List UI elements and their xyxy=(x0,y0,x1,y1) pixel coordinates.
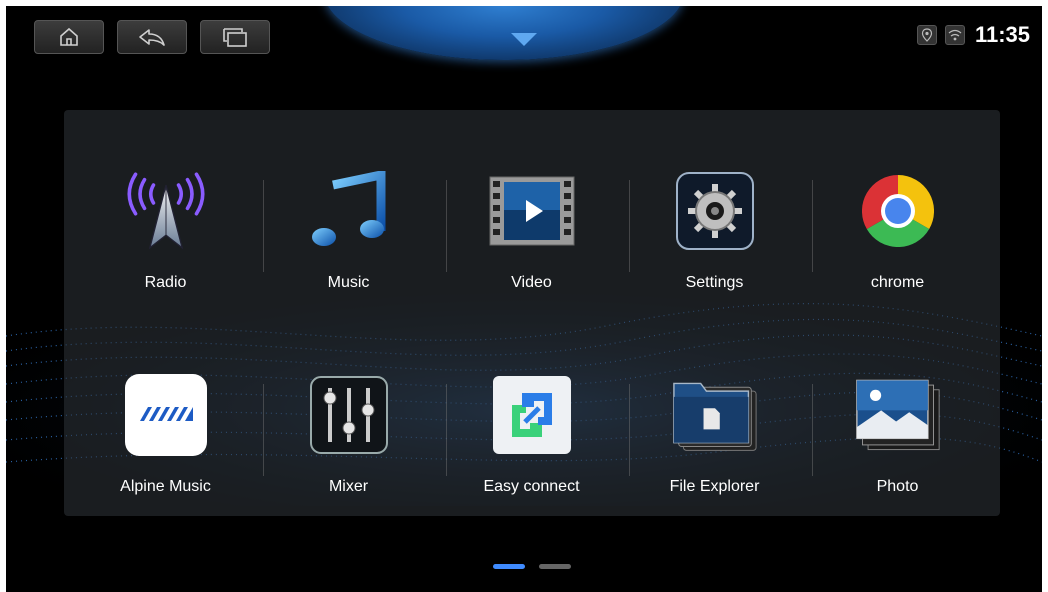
app-grid: Radio Music Video Settings chrome Alpine… xyxy=(64,110,1000,516)
app-music[interactable]: Music xyxy=(257,110,440,310)
photo-icon xyxy=(855,372,941,458)
home-screen: 11:35 Radio Music Video Settings chrome … xyxy=(6,6,1042,592)
folder-icon xyxy=(672,372,758,458)
easy-connect-icon xyxy=(489,372,575,458)
app-file-explorer[interactable]: File Explorer xyxy=(623,316,806,516)
chevron-down-icon[interactable] xyxy=(511,33,537,46)
divider xyxy=(263,384,264,476)
app-label: Easy connect xyxy=(483,478,580,495)
app-photo[interactable]: Photo xyxy=(806,316,989,516)
app-label: Alpine Music xyxy=(120,478,211,495)
music-note-icon xyxy=(306,168,392,254)
app-label: Mixer xyxy=(328,478,369,495)
divider xyxy=(812,384,813,476)
divider xyxy=(263,180,264,272)
clock: 11:35 xyxy=(974,22,1030,47)
mixer-sliders-icon xyxy=(306,372,392,458)
divider xyxy=(446,180,447,272)
app-video[interactable]: Video xyxy=(440,110,623,310)
back-button[interactable] xyxy=(117,20,187,54)
chrome-icon xyxy=(855,168,941,254)
radio-antenna-icon xyxy=(123,168,209,254)
page-dot-1[interactable] xyxy=(493,564,525,569)
video-film-icon xyxy=(489,168,575,254)
recent-apps-button[interactable] xyxy=(200,20,270,54)
page-dot-2[interactable] xyxy=(539,564,571,569)
app-alpine-music[interactable]: Alpine Music xyxy=(74,316,257,516)
status-bar: 11:35 xyxy=(916,22,1030,48)
divider xyxy=(812,180,813,272)
app-label: Video xyxy=(511,274,552,291)
app-label: chrome xyxy=(870,274,925,291)
back-icon xyxy=(139,29,165,46)
recent-apps-icon xyxy=(223,28,247,47)
app-mixer[interactable]: Mixer xyxy=(257,316,440,516)
home-button[interactable] xyxy=(34,20,104,54)
app-label: Music xyxy=(327,274,370,291)
app-label: Photo xyxy=(876,478,919,495)
divider xyxy=(446,384,447,476)
location-pin-icon xyxy=(916,25,937,45)
app-label: Radio xyxy=(144,274,187,291)
app-chrome[interactable]: chrome xyxy=(806,110,989,310)
alpine-logo-icon xyxy=(123,372,209,458)
app-label: File Explorer xyxy=(669,478,760,495)
app-easy-connect[interactable]: Easy connect xyxy=(440,316,623,516)
wifi-icon xyxy=(944,25,965,45)
divider xyxy=(629,384,630,476)
page-indicator xyxy=(493,564,571,569)
app-label: Settings xyxy=(685,274,744,291)
home-icon xyxy=(60,27,78,46)
divider xyxy=(629,180,630,272)
gear-icon xyxy=(672,168,758,254)
app-settings[interactable]: Settings xyxy=(623,110,806,310)
app-radio[interactable]: Radio xyxy=(74,110,257,310)
